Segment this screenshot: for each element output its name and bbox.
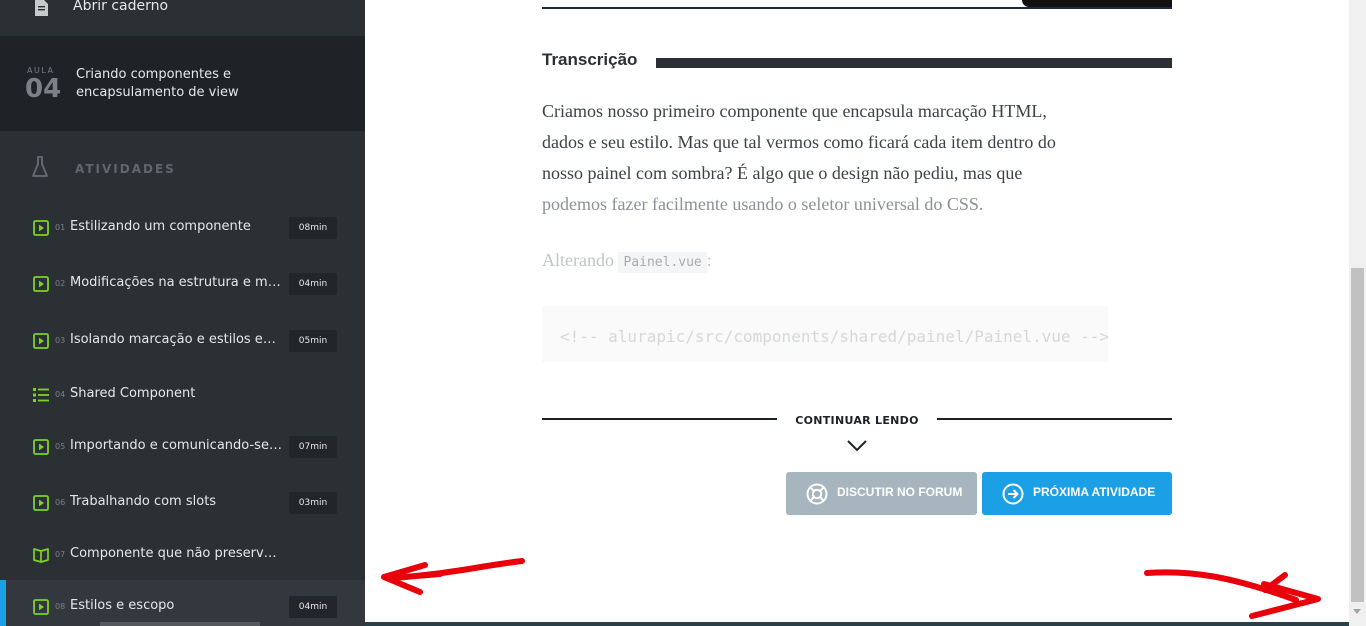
video-icon — [33, 439, 49, 455]
chevron-down-icon[interactable] — [847, 440, 867, 452]
activities-heading: ATIVIDADES — [0, 131, 365, 201]
activity-title: Importando e comunicando-se co... — [70, 438, 282, 453]
activity-index: 05 — [55, 442, 66, 451]
activity-duration-badge: 07min — [289, 436, 337, 458]
transcript-paragraph: Criamos nosso primeiro componente que en… — [542, 96, 1142, 220]
activity-title: Trabalhando com slots — [70, 494, 217, 509]
bottom-edge-bar — [365, 622, 1349, 626]
activity-item[interactable]: 04 Shared Component — [0, 368, 365, 420]
paragraph-line: podemos fazer facilmente usando o seleto… — [542, 194, 984, 214]
lesson-title: Criando componentes e encapsulamento de … — [76, 67, 239, 100]
divider-left — [542, 418, 777, 420]
paragraph-line: Criamos nosso primeiro componente que en… — [542, 101, 1047, 121]
main-content: Transcrição Criamos nosso primeiro compo… — [365, 0, 1349, 626]
activities-label: ATIVIDADES — [75, 162, 176, 176]
code-block: <!-- alurapic/src/components/shared/pain… — [542, 306, 1108, 362]
activity-item[interactable]: 07 Componente que não preserva seu co... — [0, 528, 365, 580]
alterando-line: Alterando Painel.vue: — [542, 250, 712, 273]
activity-title: Componente que não preserva seu co... — [70, 546, 282, 561]
next-activity-label: PRÓXIMA ATIVIDADE — [1033, 485, 1156, 499]
activity-title: Estilizando um componente — [70, 219, 251, 234]
alterando-prefix: Alterando — [542, 250, 614, 270]
next-activity-button[interactable]: PRÓXIMA ATIVIDADE — [982, 472, 1172, 515]
continue-reading-label: CONTINUAR LENDO — [795, 414, 919, 427]
lifebuoy-icon — [806, 483, 828, 505]
activity-item[interactable]: 05 Importando e comunicando-se co... 07min — [0, 420, 365, 472]
video-frame-edge — [1022, 0, 1172, 7]
notebook-icon — [35, 0, 48, 16]
activity-index: 06 — [55, 498, 66, 507]
code-line: <!-- alurapic/src/components/shared/pain… — [560, 327, 1108, 346]
scroll-down-arrow-icon[interactable] — [1353, 609, 1361, 614]
flask-icon — [32, 156, 48, 177]
activity-index: 01 — [55, 223, 66, 232]
activity-item[interactable]: 06 Trabalhando com slots 03min — [0, 476, 365, 528]
lesson-number: 04 — [25, 74, 62, 104]
video-icon — [33, 276, 49, 292]
heading-rule — [656, 58, 1172, 68]
paragraph-line: dados e seu estilo. Mas que tal vermos c… — [542, 132, 1056, 152]
alterando-suffix: : — [706, 250, 712, 270]
activity-item[interactable]: 02 Modificações na estrutura e mais ... 04… — [0, 257, 365, 309]
transcript-heading: Transcrição — [542, 50, 1172, 74]
list-icon — [33, 387, 49, 403]
sidebar-scrollbar-thumb[interactable] — [100, 622, 260, 626]
open-notebook-label: Abrir caderno — [73, 0, 169, 14]
activity-index: 04 — [55, 390, 66, 399]
activity-duration-badge: 03min — [289, 492, 337, 514]
activity-duration-badge: 08min — [289, 217, 337, 239]
video-player-bottom[interactable] — [542, 0, 1172, 9]
video-icon — [33, 599, 49, 615]
transcript-title: Transcrição — [542, 50, 638, 69]
current-lesson-header: AULA 04 Criando componentes e encapsulam… — [0, 36, 365, 131]
activity-item[interactable]: 01 Estilizando um componente 08min — [0, 201, 365, 253]
activity-title: Isolando marcação e estilos em u... — [70, 332, 282, 347]
video-icon — [33, 333, 49, 349]
video-icon — [33, 220, 49, 236]
activity-index: 03 — [55, 336, 66, 345]
course-sidebar: Abrir caderno AULA 04 Criando componente… — [0, 0, 365, 626]
video-icon — [33, 495, 49, 511]
activity-item[interactable]: 08 Estilos e escopo 04min — [0, 580, 365, 626]
paragraph-line: nosso painel com sombra? É algo que o de… — [542, 163, 1023, 183]
discuss-forum-button[interactable]: DISCUTIR NO FORUM — [786, 472, 977, 515]
activity-duration-badge: 05min — [289, 330, 337, 352]
arrow-right-circle-icon — [1002, 483, 1024, 505]
discuss-forum-label: DISCUTIR NO FORUM — [837, 485, 963, 499]
book-icon — [33, 547, 49, 563]
activity-index: 07 — [55, 550, 66, 559]
activity-title: Estilos e escopo — [70, 598, 175, 613]
scrollbar-thumb[interactable] — [1351, 268, 1364, 602]
divider-right — [937, 418, 1172, 420]
open-notebook-link[interactable]: Abrir caderno — [0, 0, 365, 36]
filename-code: Painel.vue — [618, 252, 707, 273]
activity-title: Modificações na estrutura e mais ... — [70, 275, 282, 290]
active-indicator — [0, 580, 6, 626]
activity-duration-badge: 04min — [289, 596, 337, 618]
activity-duration-badge: 04min — [289, 273, 337, 295]
activity-item[interactable]: 03 Isolando marcação e estilos em u... 05m… — [0, 314, 365, 366]
activity-index: 08 — [55, 602, 66, 611]
activity-index: 02 — [55, 279, 66, 288]
page-scrollbar[interactable] — [1349, 0, 1366, 626]
continue-reading[interactable]: CONTINUAR LENDO — [542, 410, 1172, 454]
activity-title: Shared Component — [70, 386, 196, 401]
